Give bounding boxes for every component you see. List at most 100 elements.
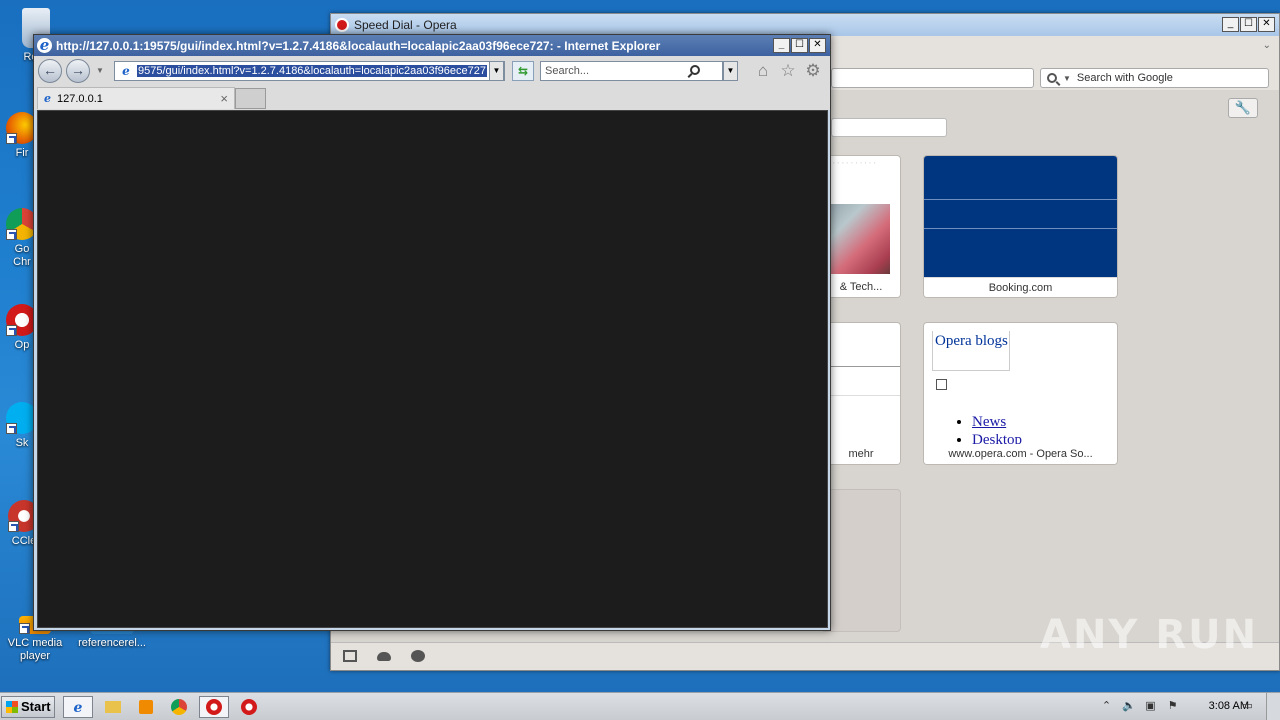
show-hidden-icons-icon[interactable]: ⌃: [1100, 700, 1113, 713]
shortcut-arrow-icon: [8, 521, 19, 532]
panel-toggle-icon[interactable]: [343, 650, 357, 662]
close-button[interactable]: ✕: [1258, 17, 1275, 32]
gear-icon[interactable]: ⚙: [803, 62, 823, 82]
chrome-icon: [171, 699, 187, 715]
folder-icon: [105, 701, 121, 713]
opera-url-input[interactable]: [831, 68, 1034, 88]
opera-search-input[interactable]: ▼ Search with Google: [1040, 68, 1269, 88]
show-desktop-button[interactable]: [1266, 693, 1280, 720]
desktop-icon-label: referencerel...: [78, 637, 146, 649]
thumbnail-menu: ▫ ▫ ▫ ▫ ▫ ▫ ▫ ▫ ▫ ▫ ▫ ▫: [824, 160, 877, 165]
desktop-icon-label: Fir: [15, 147, 29, 159]
opera-window-title: Speed Dial - Opera: [354, 18, 457, 32]
close-tab-icon[interactable]: ×: [220, 91, 228, 106]
shortcut-arrow-icon: [19, 623, 30, 634]
taskbar-explorer-button[interactable]: [98, 696, 128, 718]
refresh-button[interactable]: ⇆: [512, 61, 534, 81]
opera-logo-icon: [335, 18, 349, 32]
desktop-icon-label: VLC media player: [7, 637, 63, 662]
address-bar[interactable]: e 9575/gui/index.html?v=1.2.7.4186&local…: [114, 61, 505, 81]
address-dropdown-button[interactable]: ▼: [489, 61, 504, 81]
shortcut-arrow-icon: [6, 133, 17, 144]
speed-dial-tile-opera[interactable]: Opera blogs News Desktop www.opera.com -…: [923, 322, 1118, 465]
booking-thumbnail: [924, 156, 1117, 277]
ie-tab-bar: e 127.0.0.1 ×: [34, 86, 830, 110]
opera-icon: [241, 699, 257, 715]
news-link[interactable]: News: [972, 414, 1006, 430]
anyrun-watermark: ANY RUN: [1040, 612, 1259, 658]
taskbar-ie-button[interactable]: e: [63, 696, 93, 718]
back-button[interactable]: ←: [38, 59, 62, 83]
ie-titlebar[interactable]: e http://127.0.0.1:19575/gui/index.html?…: [34, 35, 830, 56]
tile-caption: www.opera.com - Opera So...: [924, 444, 1117, 464]
thumbnail-photo: [824, 204, 890, 274]
new-tab-button[interactable]: [235, 88, 266, 109]
close-button[interactable]: ✕: [809, 38, 826, 53]
taskbar-opera-button[interactable]: [234, 696, 264, 718]
ie-navigation-bar: ← → ▼ e 9575/gui/index.html?v=1.2.7.4186…: [34, 56, 830, 86]
thumbnail-stripe: [924, 199, 1117, 229]
chevron-down-icon[interactable]: ▼: [96, 66, 104, 75]
divider: [822, 366, 900, 367]
blogs-heading: Opera blogs: [932, 331, 1010, 371]
ie-window-title: http://127.0.0.1:19575/gui/index.html?v=…: [56, 38, 661, 53]
action-center-flag-icon[interactable]: ⚑: [1166, 700, 1179, 713]
search-icon: [1047, 73, 1057, 83]
maximize-button[interactable]: ☐: [791, 38, 808, 53]
system-tray: ⌃ 🔈 ▣ ⚑ 3:08 AM ▭: [1100, 693, 1280, 720]
tab-label: 127.0.0.1: [57, 92, 103, 105]
checkbox[interactable]: [936, 379, 947, 390]
chevron-down-icon[interactable]: ⌄: [1263, 40, 1271, 51]
volume-icon[interactable]: 🔈: [1122, 700, 1136, 713]
chevron-down-icon[interactable]: ▼: [1063, 74, 1071, 83]
speed-dial-tile-booking[interactable]: Booking.com: [923, 155, 1118, 298]
taskbar-opera-active-button[interactable]: [199, 696, 229, 718]
desktop-icon-label: Go Chr: [13, 243, 31, 268]
desktop-icon-label: Op: [14, 339, 30, 351]
speed-dial-tile-mehr[interactable]: mehr: [821, 322, 901, 465]
shortcut-arrow-icon: [6, 423, 17, 434]
media-player-icon: [139, 700, 153, 714]
list-item: News: [972, 413, 1022, 431]
ie-search-placeholder: Search...: [545, 65, 590, 77]
opera-icon: [206, 699, 222, 715]
taskbar-media-player-button[interactable]: [131, 696, 161, 718]
search-dropdown-button[interactable]: ▼: [723, 61, 738, 81]
network-icon[interactable]: ▣: [1144, 700, 1157, 713]
opera-search-placeholder: Search with Google: [1076, 72, 1173, 84]
tab-localhost[interactable]: e 127.0.0.1 ×: [37, 87, 235, 109]
speedometer-icon[interactable]: [411, 650, 425, 662]
cloud-icon[interactable]: [377, 652, 391, 661]
internet-explorer-icon: e: [122, 64, 130, 78]
minimize-button[interactable]: _: [773, 38, 790, 53]
wrench-icon[interactable]: 🔧: [1228, 98, 1258, 118]
ie-page-content[interactable]: [37, 110, 828, 628]
internet-explorer-icon: e: [73, 700, 83, 716]
opera-titlebar[interactable]: Speed Dial - Opera _ ☐ ✕: [331, 14, 1279, 36]
home-icon[interactable]: ⌂: [753, 62, 773, 82]
tile-caption: & Tech...: [822, 277, 900, 297]
desktop-icon-label: Sk: [15, 437, 29, 449]
ie-window[interactable]: e http://127.0.0.1:19575/gui/index.html?…: [33, 34, 831, 631]
opera-window-controls: _ ☐ ✕: [1222, 17, 1275, 32]
minimize-button[interactable]: _: [1222, 17, 1239, 32]
internet-explorer-icon: e: [37, 38, 52, 53]
speed-dial-search-input[interactable]: [831, 118, 947, 137]
internet-explorer-icon: e: [44, 92, 51, 105]
start-button[interactable]: Start: [1, 696, 55, 718]
speed-dial-tile-tech[interactable]: ▫ ▫ ▫ ▫ ▫ ▫ ▫ ▫ ▫ ▫ ▫ ▫ & Tech...: [821, 155, 901, 298]
speed-dial-empty-tile[interactable]: [821, 489, 901, 632]
ie-window-controls: _ ☐ ✕: [773, 38, 826, 53]
shortcut-arrow-icon: [6, 229, 17, 240]
tile-caption: mehr: [822, 444, 900, 464]
ie-search-input[interactable]: Search...: [540, 61, 723, 81]
divider: [822, 395, 900, 396]
search-icon[interactable]: [690, 65, 700, 75]
taskbar: Start e ⌃ 🔈 ▣ ⚑ 3:08 AM ▭: [0, 692, 1280, 720]
taskbar-chrome-button[interactable]: [164, 696, 194, 718]
notification-icon[interactable]: ▭: [1241, 700, 1254, 713]
maximize-button[interactable]: ☐: [1240, 17, 1257, 32]
forward-button[interactable]: →: [66, 59, 90, 83]
favorites-star-icon[interactable]: ☆: [778, 62, 798, 82]
address-bar-text: 9575/gui/index.html?v=1.2.7.4186&localau…: [137, 65, 487, 77]
